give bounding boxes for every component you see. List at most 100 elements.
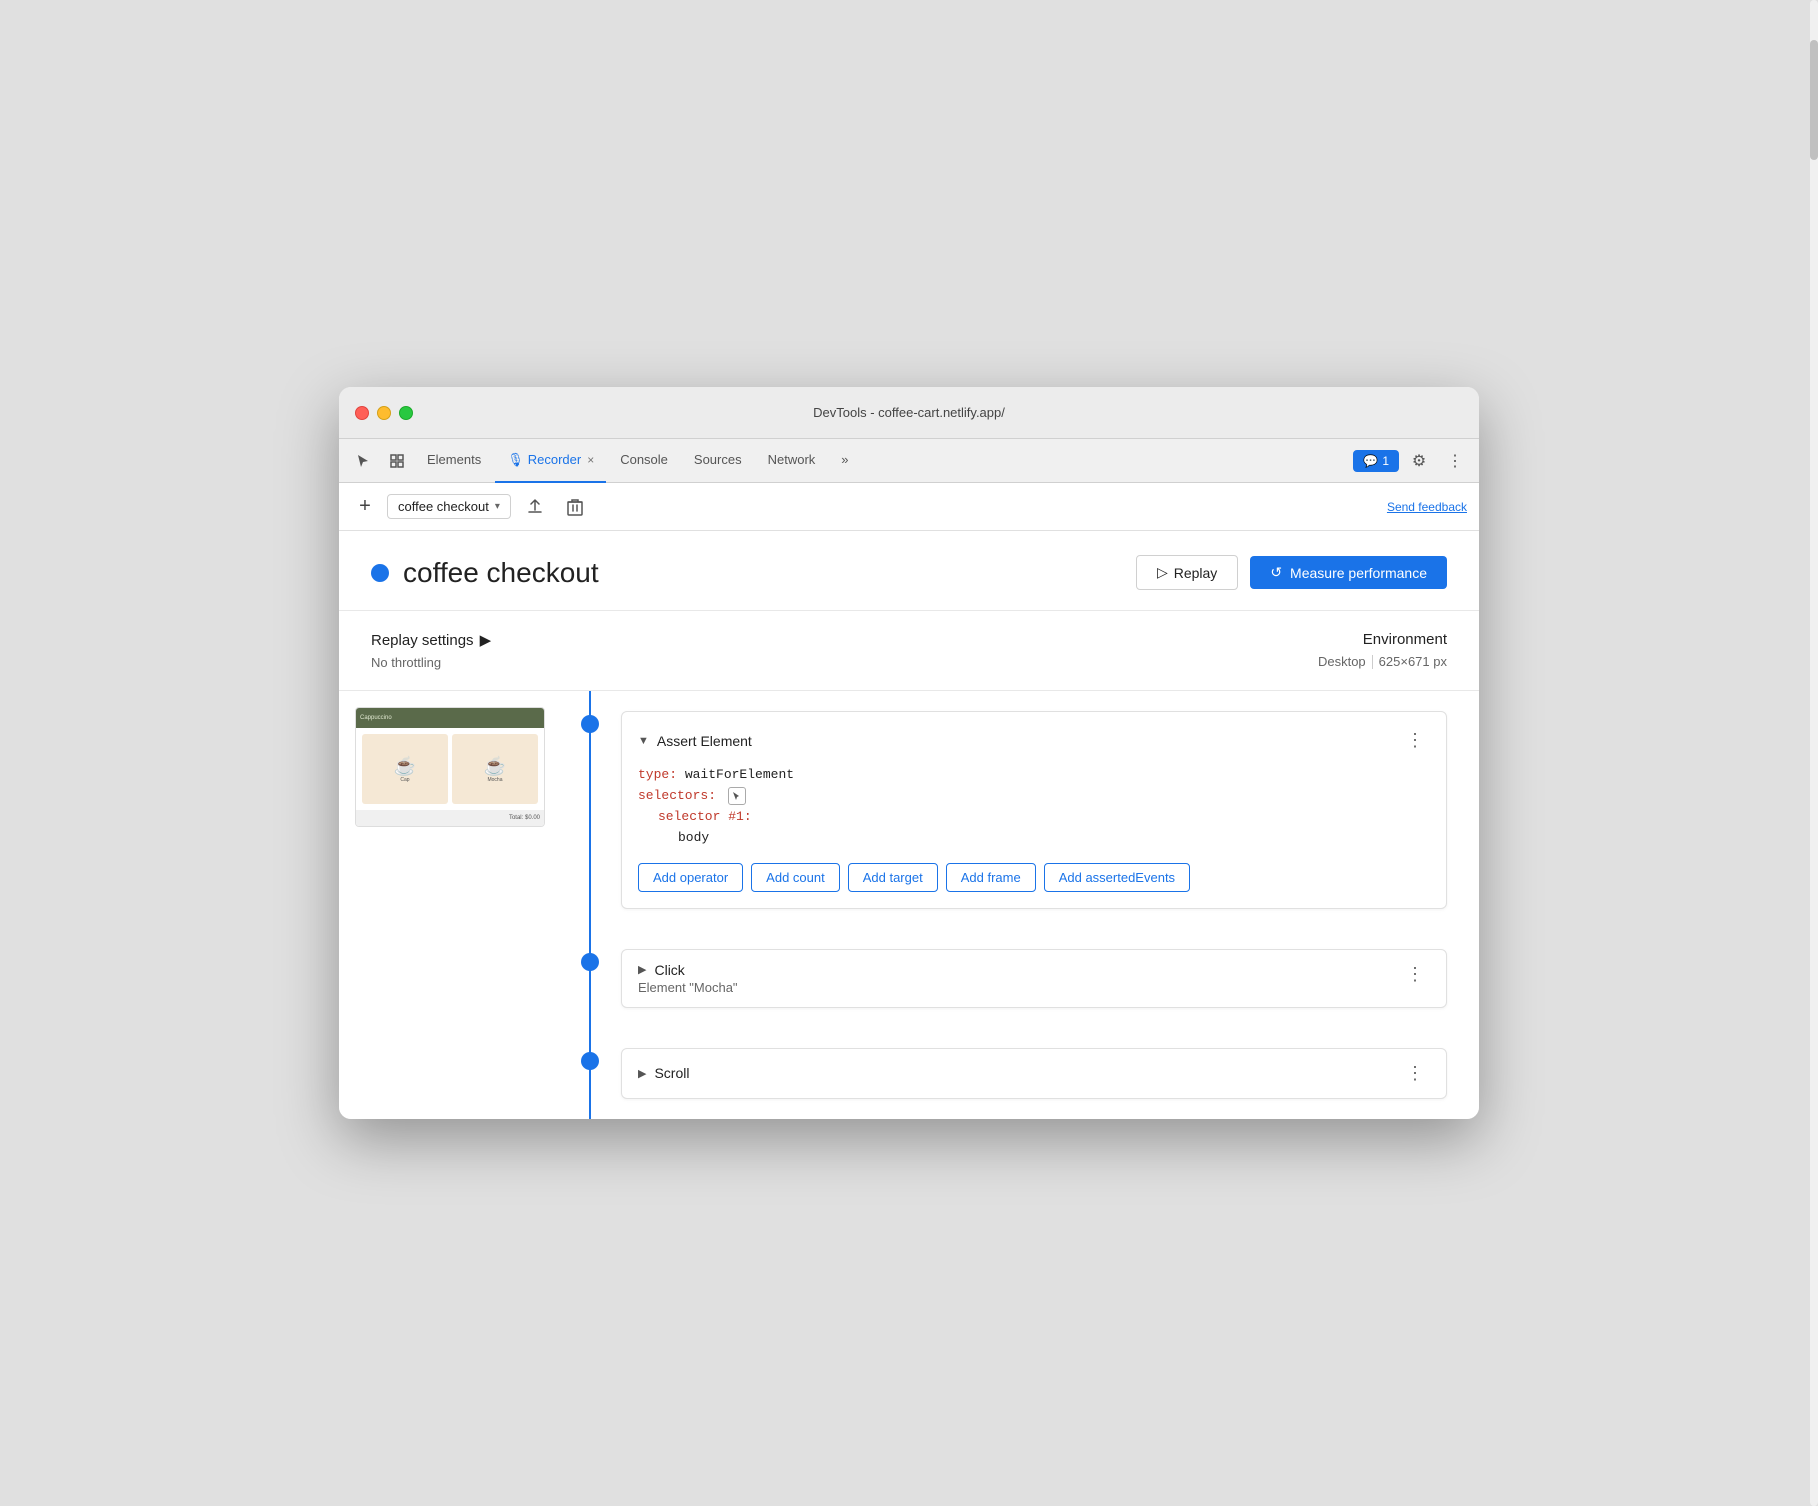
selector-picker-icon[interactable]	[728, 787, 746, 805]
assert-element-step-card: ▼ Assert Element ⋮ type: waitForElement	[621, 711, 1447, 908]
tab-console[interactable]: Console	[608, 439, 680, 483]
settings-left: Replay settings ▶ No throttling	[371, 631, 491, 670]
tab-console-label: Console	[620, 452, 668, 467]
mocha-item: ☕ Mocha	[452, 734, 538, 804]
recording-title: coffee checkout	[371, 557, 599, 589]
settings-section: Replay settings ▶ No throttling Environm…	[339, 611, 1479, 691]
traffic-lights	[355, 406, 413, 420]
type-line: type: waitForElement	[638, 765, 1430, 786]
replay-label: Replay	[1174, 565, 1218, 581]
tab-sources-label: Sources	[694, 452, 742, 467]
tab-elements[interactable]: Elements	[415, 439, 493, 483]
inspect-icon[interactable]	[381, 445, 413, 477]
click-step: ▶ Click Element "Mocha" ⋮	[559, 929, 1479, 1028]
tab-sources[interactable]: Sources	[682, 439, 754, 483]
click-step-info: ▶ Click Element "Mocha"	[638, 962, 738, 995]
click-collapse-icon[interactable]: ▶	[638, 963, 646, 976]
tab-more[interactable]: »	[829, 439, 860, 483]
tab-recorder[interactable]: 🎙 Recorder ×	[495, 439, 606, 483]
tabs-right-actions: 💬 1 ⚙ ⋮	[1353, 445, 1471, 477]
measure-icon: ↺	[1270, 564, 1282, 581]
recording-name: coffee checkout	[403, 557, 599, 589]
comments-count: 1	[1382, 454, 1389, 468]
settings-icon[interactable]: ⚙	[1403, 445, 1435, 477]
click-step-card: ▶ Click Element "Mocha" ⋮	[621, 949, 1447, 1008]
throttling-label: No throttling	[371, 655, 491, 670]
scroll-collapse-icon[interactable]: ▶	[638, 1067, 646, 1080]
selector-val-line: body	[678, 828, 1430, 849]
send-feedback-link[interactable]: Send feedback	[1387, 500, 1467, 514]
replay-play-icon: ▷	[1157, 564, 1168, 581]
replay-button[interactable]: ▷ Replay	[1136, 555, 1238, 590]
click-subtitle: Element "Mocha"	[638, 980, 738, 995]
devtools-tabs-bar: Elements 🎙 Recorder × Console Sources Ne…	[339, 439, 1479, 483]
tab-network-label: Network	[768, 452, 816, 467]
step-code: type: waitForElement selectors: select	[638, 765, 1430, 848]
click-step-kebab-menu[interactable]: ⋮	[1400, 962, 1430, 987]
scroll-step-title: ▶ Scroll	[638, 1065, 689, 1081]
assert-element-label: Assert Element	[657, 733, 752, 749]
measure-performance-button[interactable]: ↺ Measure performance	[1250, 556, 1447, 589]
recording-name-label: coffee checkout	[398, 499, 489, 514]
recording-selector-dropdown[interactable]: coffee checkout ▾	[387, 494, 511, 519]
close-tab-icon[interactable]: ×	[587, 453, 594, 467]
step-header: ▼ Assert Element ⋮	[638, 728, 1430, 753]
settings-right: Environment Desktop 625×671 px	[1318, 631, 1447, 670]
step-dot-assert	[581, 715, 599, 733]
step-kebab-menu[interactable]: ⋮	[1400, 728, 1430, 753]
step-dot-click	[581, 953, 599, 971]
devtools-window: DevTools - coffee-cart.netlify.app/ Elem…	[339, 387, 1479, 1118]
scroll-step: ▶ Scroll ⋮	[559, 1028, 1479, 1119]
window-title: DevTools - coffee-cart.netlify.app/	[813, 405, 1005, 420]
comments-icon: 💬	[1363, 454, 1378, 468]
main-content: coffee checkout ▷ Replay ↺ Measure perfo…	[339, 531, 1479, 1118]
click-label: Click	[654, 962, 684, 978]
step-screenshot: Cappuccino ☕ Cap ☕ Mocha	[355, 707, 545, 827]
tab-network[interactable]: Network	[756, 439, 828, 483]
add-operator-button[interactable]: Add operator	[638, 863, 743, 892]
steps-area: Cappuccino ☕ Cap ☕ Mocha	[339, 691, 1479, 1118]
recording-header: coffee checkout ▷ Replay ↺ Measure perfo…	[339, 531, 1479, 611]
click-step-title: ▶ Click	[638, 962, 738, 978]
recording-actions: ▷ Replay ↺ Measure performance	[1136, 555, 1447, 590]
close-button[interactable]	[355, 406, 369, 420]
tab-elements-label: Elements	[427, 452, 481, 467]
environment-type: Desktop	[1318, 654, 1366, 669]
steps-timeline: ▼ Assert Element ⋮ type: waitForElement	[559, 691, 1479, 1118]
step-collapse-icon[interactable]: ▼	[638, 735, 649, 747]
measure-label: Measure performance	[1290, 565, 1427, 581]
settings-expand-icon[interactable]: ▶	[480, 631, 492, 649]
environment-label: Environment	[1318, 631, 1447, 648]
scroll-step-card: ▶ Scroll ⋮	[621, 1048, 1447, 1099]
add-frame-button[interactable]: Add frame	[946, 863, 1036, 892]
scroll-step-kebab-menu[interactable]: ⋮	[1400, 1061, 1430, 1086]
new-recording-button[interactable]: +	[351, 493, 379, 521]
more-tabs-icon: »	[841, 452, 848, 467]
step-title: ▼ Assert Element	[638, 733, 752, 749]
export-button[interactable]	[519, 491, 551, 523]
add-asserted-events-button[interactable]: Add assertedEvents	[1044, 863, 1190, 892]
kebab-menu-icon[interactable]: ⋮	[1439, 445, 1471, 477]
env-divider	[1372, 655, 1373, 669]
minimize-button[interactable]	[377, 406, 391, 420]
resolution-value: 625×671 px	[1379, 654, 1447, 669]
title-bar: DevTools - coffee-cart.netlify.app/	[339, 387, 1479, 439]
recording-indicator	[371, 564, 389, 582]
environment-value: Desktop 625×671 px	[1318, 654, 1447, 669]
selectors-line: selectors:	[638, 786, 1430, 807]
coffee-cart-preview: Cappuccino ☕ Cap ☕ Mocha	[356, 708, 544, 826]
selector-num-line: selector #1:	[658, 807, 1430, 828]
screenshot-panel: Cappuccino ☕ Cap ☕ Mocha	[339, 691, 559, 1118]
dropdown-chevron-icon: ▾	[495, 501, 500, 512]
delete-button[interactable]	[559, 491, 591, 523]
cursor-icon[interactable]	[347, 445, 379, 477]
add-target-button[interactable]: Add target	[848, 863, 938, 892]
comments-button[interactable]: 💬 1	[1353, 450, 1399, 472]
step-action-buttons: Add operator Add count Add target Add fr…	[638, 863, 1430, 892]
assert-element-step: ▼ Assert Element ⋮ type: waitForElement	[559, 691, 1479, 928]
scroll-label: Scroll	[654, 1065, 689, 1081]
add-count-button[interactable]: Add count	[751, 863, 840, 892]
maximize-button[interactable]	[399, 406, 413, 420]
step-dot-scroll	[581, 1052, 599, 1070]
recorder-icon: 🎙	[507, 452, 524, 468]
